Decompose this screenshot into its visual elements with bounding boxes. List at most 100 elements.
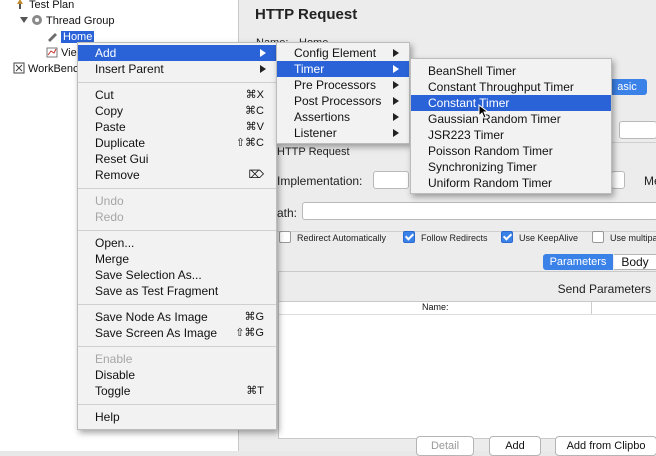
menu-item-synchronizing-timer[interactable]: Synchronizing Timer <box>411 159 611 175</box>
menu-item-duplicate[interactable]: Duplicate ⇧⌘C <box>78 135 276 151</box>
add-button[interactable]: Add <box>489 436 541 456</box>
tab-parameters[interactable]: Parameters <box>543 254 613 270</box>
menu-item-post-processors[interactable]: Post Processors <box>277 93 409 109</box>
menu-item-insert-parent[interactable]: Insert Parent <box>78 61 276 77</box>
menu-item-disable[interactable]: Disable <box>78 367 276 383</box>
menu-item-label: Post Processors <box>294 94 382 108</box>
menu-item-paste[interactable]: Paste ⌘V <box>78 119 276 135</box>
checkbox-box[interactable] <box>403 231 415 243</box>
checkbox-label: Use multipa <box>610 233 656 243</box>
menu-item-label: Redo <box>95 210 124 224</box>
checkbox-box[interactable] <box>592 231 604 243</box>
menu-item-label: Constant Throughput Timer <box>428 80 574 94</box>
menu-item-cut[interactable]: Cut ⌘X <box>78 87 276 103</box>
menu-item-gaussian-random-timer[interactable]: Gaussian Random Timer <box>411 111 611 127</box>
menu-item-timer[interactable]: Timer <box>277 61 409 77</box>
menu-item-assertions[interactable]: Assertions <box>277 109 409 125</box>
menu-separator <box>78 404 276 405</box>
menu-item-label: Save Screen As Image <box>95 326 218 340</box>
column-divider <box>591 302 592 314</box>
checkbox-label: Redirect Automatically <box>297 233 387 243</box>
menu-shortcut: ⇧⌘C <box>235 137 264 149</box>
menu-item-label: Uniform Random Timer <box>428 176 553 190</box>
menu-item-help[interactable]: Help <box>78 409 276 425</box>
menu-item-poisson-random-timer[interactable]: Poisson Random Timer <box>411 143 611 159</box>
menu-shortcut: ⌘G <box>244 311 264 323</box>
add-from-clipboard-button[interactable]: Add from Clipbo <box>555 436 656 456</box>
menu-item-label: Config Element <box>294 46 377 60</box>
menu-item-label: Reset Gui <box>95 152 149 166</box>
menu-item-config-element[interactable]: Config Element <box>277 45 409 61</box>
menu-item-uniform-random-timer[interactable]: Uniform Random Timer <box>411 175 611 191</box>
tab-basic[interactable]: asic <box>607 79 647 95</box>
menu-item-redo[interactable]: Redo <box>78 209 276 225</box>
checkbox-box[interactable] <box>501 231 513 243</box>
menu-item-pre-processors[interactable]: Pre Processors <box>277 77 409 93</box>
menu-item-listener[interactable]: Listener <box>277 125 409 141</box>
path-label: ath: <box>277 206 298 220</box>
menu-item-jsr223-timer[interactable]: JSR223 Timer <box>411 127 611 143</box>
checkbox-box[interactable] <box>279 231 291 243</box>
menu-item-save-selection[interactable]: Save Selection As... <box>78 267 276 283</box>
menu-item-label: Toggle <box>95 384 131 398</box>
menu-item-remove[interactable]: Remove ⌦ <box>78 167 276 183</box>
pencil-icon <box>46 30 58 42</box>
use-multipart-checkbox[interactable]: Use multipa <box>592 231 656 244</box>
column-name-header: Name: <box>422 302 449 312</box>
tree-item-label: Thread Group <box>46 15 115 27</box>
path-input[interactable] <box>302 202 656 220</box>
menu-item-undo[interactable]: Undo <box>78 193 276 209</box>
submenu-arrow-icon <box>260 65 266 73</box>
menu-item-label: Enable <box>95 352 133 366</box>
menu-item-reset-gui[interactable]: Reset Gui <box>78 151 276 167</box>
tree-item-thread-group[interactable]: Thread Group <box>20 13 114 29</box>
menu-shortcut: ⌘X <box>245 89 264 101</box>
menu-separator <box>78 230 276 231</box>
menu-item-add[interactable]: Add <box>78 45 276 61</box>
menu-item-constant-throughput-timer[interactable]: Constant Throughput Timer <box>411 79 611 95</box>
web-server-field[interactable] <box>619 121 656 139</box>
menu-item-label: Duplicate <box>95 136 146 150</box>
menu-item-label: Remove <box>95 168 140 182</box>
delete-key-icon: ⌦ <box>248 169 264 181</box>
menu-item-save-node-image[interactable]: Save Node As Image ⌘G <box>78 309 276 325</box>
submenu-arrow-icon <box>393 81 399 89</box>
tree-item-view[interactable]: Vie <box>46 45 77 61</box>
tree-item-workbench[interactable]: WorkBenc <box>13 61 79 77</box>
menu-item-label: Listener <box>294 126 337 140</box>
submenu-arrow-icon <box>393 49 399 57</box>
table-column-header[interactable]: Name: <box>279 302 656 315</box>
protocol-field[interactable] <box>611 171 625 189</box>
tree-item-test-plan[interactable]: Test Plan <box>14 0 74 13</box>
menu-shortcut: ⌘V <box>245 121 264 133</box>
menu-item-save-screen-image[interactable]: Save Screen As Image ⇧⌘G <box>78 325 276 341</box>
chart-icon <box>46 46 58 58</box>
menu-item-copy[interactable]: Copy ⌘C <box>78 103 276 119</box>
menu-item-label: Add <box>95 46 117 60</box>
menu-item-merge[interactable]: Merge <box>78 251 276 267</box>
follow-redirects-checkbox[interactable]: Follow Redirects <box>403 231 488 244</box>
menu-item-label: JSR223 Timer <box>428 128 505 142</box>
menu-item-label: Paste <box>95 120 126 134</box>
menu-item-toggle[interactable]: Toggle ⌘T <box>78 383 276 399</box>
menu-item-label: Constant Timer <box>428 96 510 110</box>
menu-shortcut: ⌘T <box>246 385 264 397</box>
tab-body[interactable]: Body <box>614 254 656 270</box>
submenu-arrow-icon <box>393 129 399 137</box>
workbench-icon <box>13 62 25 74</box>
menu-item-save-test-fragment[interactable]: Save as Test Fragment <box>78 283 276 299</box>
test-plan-icon <box>14 0 26 10</box>
menu-item-beanshell-timer[interactable]: BeanShell Timer <box>411 63 611 79</box>
menu-item-enable[interactable]: Enable <box>78 351 276 367</box>
panel-title: HTTP Request <box>255 6 358 23</box>
detail-button[interactable]: Detail <box>416 436 474 456</box>
menu-item-label: Copy <box>95 104 124 118</box>
menu-item-open[interactable]: Open... <box>78 235 276 251</box>
menu-item-label: BeanShell Timer <box>428 64 517 78</box>
implementation-select[interactable] <box>373 171 409 189</box>
use-keepalive-checkbox[interactable]: Use KeepAlive <box>501 231 578 244</box>
menu-item-constant-timer[interactable]: Constant Timer <box>411 95 611 111</box>
expand-triangle-icon[interactable] <box>20 17 28 23</box>
redirect-automatically-checkbox[interactable]: Redirect Automatically <box>279 231 386 244</box>
menu-item-label: Insert Parent <box>95 62 164 76</box>
